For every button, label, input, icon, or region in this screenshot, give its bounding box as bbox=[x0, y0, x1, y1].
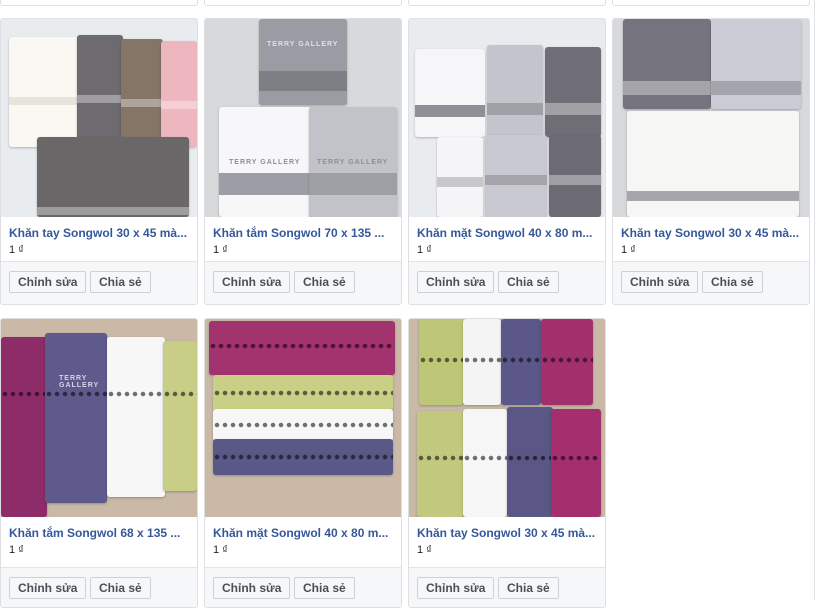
product-title[interactable]: Khăn tay Songwol 30 x 45 mà... bbox=[621, 226, 801, 240]
product-price: 1 ₫ bbox=[417, 544, 432, 556]
product-photo[interactable]: TERRY GALLERY TERRY GALLERY TERRY GALLER… bbox=[205, 19, 401, 217]
product-card[interactable]: Khăn mặt Songwol 40 x 80 m... 1 ₫ Chỉnh … bbox=[204, 318, 402, 608]
share-button[interactable]: Chia sẻ bbox=[294, 577, 355, 599]
product-title[interactable]: Khăn tắm Songwol 70 x 135 ... bbox=[213, 226, 393, 240]
card-actions: Chỉnh sửa Chia sẻ bbox=[613, 261, 809, 304]
card-actions: Chỉnh sửa Chia sẻ bbox=[409, 567, 605, 607]
product-card[interactable]: Khăn tay Songwol 30 x 45 mà... 1 ₫ Chỉnh… bbox=[612, 18, 810, 305]
brand-logo: TERRY GALLERY bbox=[317, 159, 389, 166]
edit-button[interactable]: Chỉnh sửa bbox=[417, 271, 495, 293]
product-title[interactable]: Khăn tay Songwol 30 x 45 mà... bbox=[9, 226, 189, 240]
edit-button[interactable]: Chỉnh sửa bbox=[417, 577, 495, 599]
share-button[interactable]: Chia sẻ bbox=[498, 577, 559, 599]
edit-button[interactable]: Chỉnh sửa bbox=[213, 271, 291, 293]
brand-logo: TERRY GALLERY bbox=[229, 159, 301, 166]
card-stub bbox=[408, 0, 606, 6]
card-actions: Chỉnh sửa Chia sẻ bbox=[1, 261, 197, 304]
product-price: 1 ₫ bbox=[417, 244, 432, 256]
product-price: 1 ₫ bbox=[213, 544, 228, 556]
product-title[interactable]: Khăn tay Songwol 30 x 45 mà... bbox=[417, 526, 597, 540]
edit-button[interactable]: Chỉnh sửa bbox=[9, 577, 87, 599]
product-title[interactable]: Khăn mặt Songwol 40 x 80 m... bbox=[213, 526, 393, 540]
product-photo[interactable] bbox=[409, 19, 605, 217]
edit-button[interactable]: Chỉnh sửa bbox=[621, 271, 699, 293]
share-button[interactable]: Chia sẻ bbox=[294, 271, 355, 293]
card-actions: Chỉnh sửa Chia sẻ bbox=[409, 261, 605, 304]
product-card[interactable]: Khăn tay Songwol 30 x 45 mà... 1 ₫ Chỉnh… bbox=[0, 18, 198, 305]
product-title[interactable]: Khăn tắm Songwol 68 x 135 ... bbox=[9, 526, 189, 540]
product-price: 1 ₫ bbox=[213, 244, 228, 256]
edit-button[interactable]: Chỉnh sửa bbox=[213, 577, 291, 599]
card-stub bbox=[0, 0, 198, 6]
product-card[interactable]: TERRY GALLERY TERRY GALLERY TERRY GALLER… bbox=[204, 18, 402, 305]
card-actions: Chỉnh sửa Chia sẻ bbox=[1, 567, 197, 607]
share-button[interactable]: Chia sẻ bbox=[90, 271, 151, 293]
brand-logo: TERRY GALLERY bbox=[267, 41, 339, 48]
share-button[interactable]: Chia sẻ bbox=[498, 271, 559, 293]
product-photo[interactable] bbox=[409, 319, 605, 517]
share-button[interactable]: Chia sẻ bbox=[702, 271, 763, 293]
product-card[interactable]: TERRY GALLERY Khăn tắm Songwol 68 x 135 … bbox=[0, 318, 198, 608]
share-button[interactable]: Chia sẻ bbox=[90, 577, 151, 599]
product-photo[interactable] bbox=[613, 19, 809, 217]
scroll-divider bbox=[814, 0, 815, 600]
product-photo[interactable]: TERRY GALLERY bbox=[1, 319, 197, 517]
product-price: 1 ₫ bbox=[621, 244, 636, 256]
card-actions: Chỉnh sửa Chia sẻ bbox=[205, 567, 401, 607]
card-stub bbox=[612, 0, 810, 6]
card-stub bbox=[204, 0, 402, 6]
product-card[interactable]: Khăn mặt Songwol 40 x 80 m... 1 ₫ Chỉnh … bbox=[408, 18, 606, 305]
product-price: 1 ₫ bbox=[9, 244, 24, 256]
card-actions: Chỉnh sửa Chia sẻ bbox=[205, 261, 401, 304]
brand-logo: TERRY GALLERY bbox=[59, 375, 100, 389]
product-title[interactable]: Khăn mặt Songwol 40 x 80 m... bbox=[417, 226, 597, 240]
product-photo[interactable] bbox=[1, 19, 197, 217]
product-photo[interactable] bbox=[205, 319, 401, 517]
edit-button[interactable]: Chỉnh sửa bbox=[9, 271, 87, 293]
product-price: 1 ₫ bbox=[9, 544, 24, 556]
product-card[interactable]: Khăn tay Songwol 30 x 45 mà... 1 ₫ Chỉnh… bbox=[408, 318, 606, 608]
